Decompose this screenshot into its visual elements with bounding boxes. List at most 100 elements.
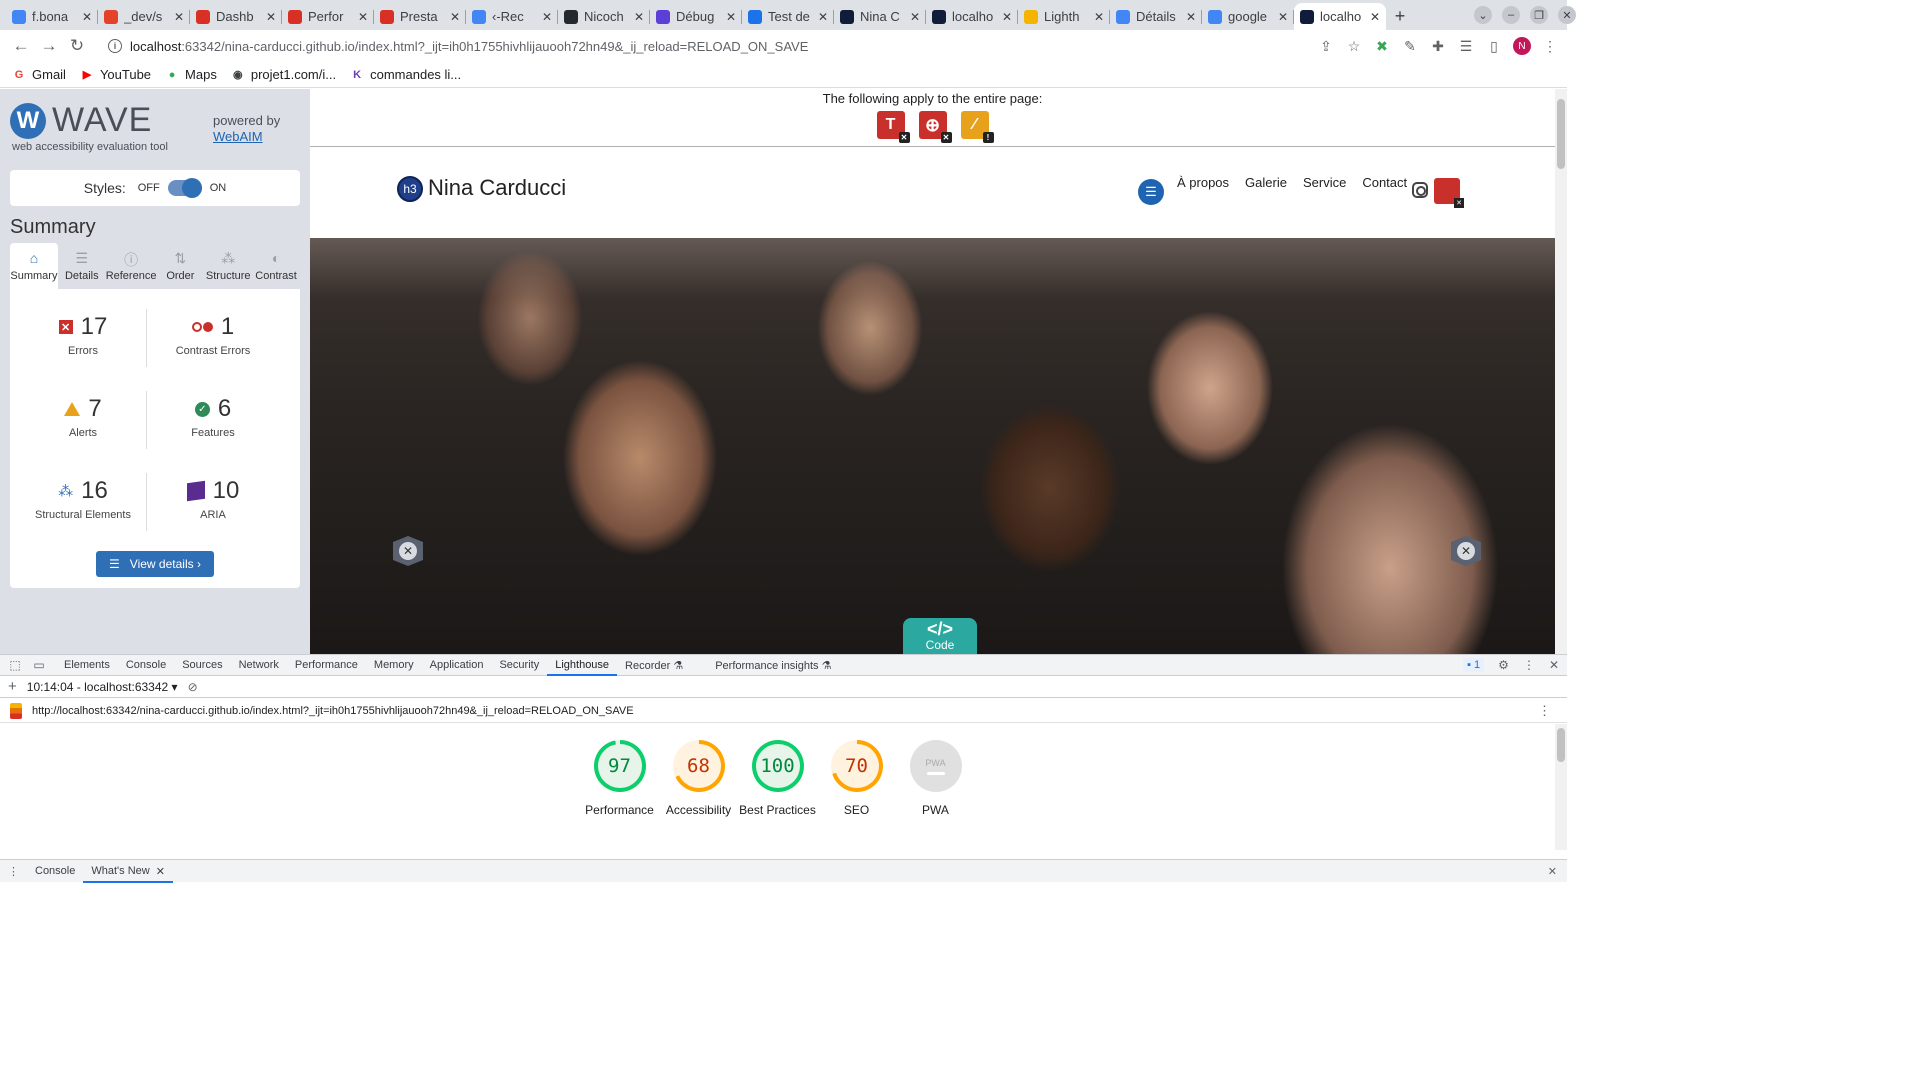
carousel-prev-icon[interactable]: ✕ [393, 536, 423, 566]
wave-tab-reference[interactable]: ⓘ Reference [106, 243, 157, 289]
side-panel-icon[interactable]: ▯ [1485, 37, 1503, 55]
browser-tab[interactable]: Perfor ✕ [282, 3, 374, 30]
linked-image-error-icon[interactable]: ✕ [1434, 178, 1464, 208]
close-devtools-icon[interactable]: ✕ [1549, 658, 1559, 672]
browser-tab[interactable]: _dev/s ✕ [98, 3, 190, 30]
issues-badge[interactable]: ▪ 1 [1463, 658, 1485, 672]
browser-tab[interactable]: Dashb ✕ [190, 3, 282, 30]
new-tab-button[interactable]: + [1386, 3, 1414, 30]
drawer-menu-icon[interactable]: ⋮ [0, 865, 27, 878]
report-selector[interactable]: 10:14:04 - localhost:63342 ▾ [27, 680, 178, 694]
site-info-icon[interactable]: i [108, 39, 122, 53]
code-toggle-button[interactable]: </> Code [903, 618, 977, 654]
devtools-tab[interactable]: Application [422, 654, 492, 676]
alerts-stat[interactable]: 7 Alerts [18, 395, 148, 439]
new-report-icon[interactable]: + [8, 678, 17, 695]
features-stat[interactable]: ✓ 6 Features [148, 395, 278, 439]
close-tab-icon[interactable]: ✕ [634, 10, 644, 24]
extensions-puzzle-icon[interactable]: ✚ [1429, 37, 1447, 55]
report-scrollbar[interactable] [1555, 724, 1567, 850]
device-toolbar-icon[interactable]: ▭ [30, 658, 48, 672]
drawer-tab-console[interactable]: Console [27, 860, 83, 883]
nav-link[interactable]: Contact [1362, 175, 1407, 190]
wave-tab-summary[interactable]: ⌂ Summary [10, 243, 58, 289]
close-tab-icon[interactable]: ✕ [1278, 10, 1288, 24]
reload-icon[interactable]: ↻ [64, 33, 90, 59]
missing-title-error-icon[interactable]: T ✕ [876, 111, 910, 143]
browser-menu-icon[interactable]: ⋮ [1541, 37, 1559, 55]
bookmark-star-icon[interactable]: ☆ [1345, 37, 1363, 55]
close-tab-icon[interactable]: ✕ [910, 10, 920, 24]
browser-tab[interactable]: f.bona ✕ [6, 3, 98, 30]
bookmark-item[interactable]: ● Maps [165, 67, 217, 82]
browser-tab[interactable]: Nina C ✕ [834, 3, 926, 30]
close-tab-icon[interactable]: ✕ [450, 10, 460, 24]
devtools-tab[interactable]: Memory [366, 654, 422, 676]
tab-search-icon[interactable]: ⌄ [1474, 6, 1492, 24]
browser-tab[interactable]: Lighth ✕ [1018, 3, 1110, 30]
share-icon[interactable]: ⇪ [1317, 37, 1335, 55]
restore-button[interactable]: ❐ [1530, 6, 1548, 24]
h3-structure-icon[interactable]: h3 [397, 176, 423, 202]
nav-link[interactable]: Galerie [1245, 175, 1287, 190]
language-missing-error-icon[interactable]: ⊕ ✕ [918, 111, 952, 143]
browser-tab[interactable]: Détails ✕ [1110, 3, 1202, 30]
contrast-errors-stat[interactable]: 1 Contrast Errors [148, 313, 278, 357]
browser-tab[interactable]: Nicoch ✕ [558, 3, 650, 30]
instagram-icon[interactable] [1412, 182, 1428, 198]
nav-link[interactable]: À propos [1177, 175, 1229, 190]
close-tab-icon[interactable]: ✕ [1002, 10, 1012, 24]
devtools-tab[interactable]: Elements [56, 654, 118, 676]
close-tab-icon[interactable]: ✕ [542, 10, 552, 24]
extension-wave-icon[interactable]: ✖ [1373, 37, 1391, 55]
browser-tab[interactable]: google ✕ [1202, 3, 1294, 30]
noscript-alert-icon[interactable]: ⁄! [960, 111, 994, 143]
report-menu-icon[interactable]: ⋮ [1538, 703, 1551, 719]
extension-pen-icon[interactable]: ✎ [1401, 37, 1419, 55]
close-tab-icon[interactable]: ✕ [726, 10, 736, 24]
clear-reports-icon[interactable]: ⊘ [188, 680, 198, 694]
errors-stat[interactable]: ✕ 17 Errors [18, 313, 148, 357]
report-url[interactable]: http://localhost:63342/nina-carducci.git… [32, 705, 634, 717]
browser-tab[interactable]: ‹-Rec ✕ [466, 3, 558, 30]
settings-gear-icon[interactable]: ⚙ [1498, 658, 1509, 672]
close-tab-icon[interactable]: ✕ [818, 10, 828, 24]
browser-tab[interactable]: Test de ✕ [742, 3, 834, 30]
profile-avatar[interactable]: N [1513, 37, 1531, 55]
devtools-tab[interactable]: Console [118, 654, 174, 676]
devtools-tab[interactable]: Network [231, 654, 287, 676]
bookmark-item[interactable]: ▶ YouTube [80, 67, 151, 82]
close-window-button[interactable]: ✕ [1558, 6, 1576, 24]
bookmark-item[interactable]: G Gmail [12, 67, 66, 82]
carousel-next-icon[interactable]: ✕ [1451, 536, 1481, 566]
structural-stat[interactable]: ⁂ 16 Structural Elements [18, 477, 148, 521]
close-tab-icon[interactable]: ✕ [266, 10, 276, 24]
styles-toggle[interactable] [167, 178, 202, 198]
forward-arrow-icon[interactable]: → [36, 33, 62, 59]
close-tab-icon[interactable]: ✕ [358, 10, 368, 24]
score-gauge-accessibility[interactable]: 68 Accessibility [666, 740, 731, 818]
close-tab-icon[interactable]: ✕ [82, 10, 92, 24]
webaim-link[interactable]: WebAIM [213, 129, 263, 144]
reading-list-icon[interactable]: ☰ [1457, 37, 1475, 55]
score-gauge-performance[interactable]: 97 Performance [585, 740, 654, 818]
bookmark-item[interactable]: ◉ projet1.com/i... [231, 67, 336, 82]
score-gauge-best-practices[interactable]: 100 Best Practices [739, 740, 816, 818]
aria-stat[interactable]: 10 ARIA [148, 477, 278, 521]
devtools-tab[interactable]: Recorder ⚗ [617, 654, 691, 676]
close-drawer-icon[interactable]: ✕ [1548, 865, 1557, 878]
nav-link[interactable]: Service [1303, 175, 1346, 190]
devtools-menu-icon[interactable]: ⋮ [1523, 658, 1535, 672]
unordered-list-icon[interactable]: ☰ [1138, 179, 1164, 205]
view-details-button[interactable]: ☰ View details › [96, 551, 214, 577]
close-tab-icon[interactable]: ✕ [1186, 10, 1196, 24]
browser-tab[interactable]: localho ✕ [1294, 3, 1386, 30]
wave-tab-contrast[interactable]: ◐ Contrast [252, 243, 300, 289]
devtools-tab[interactable]: Sources [174, 654, 230, 676]
close-tab-icon[interactable]: ✕ [1094, 10, 1104, 24]
close-tab-icon[interactable]: ✕ [156, 865, 165, 878]
minimize-button[interactable]: – [1502, 6, 1520, 24]
page-scrollbar[interactable] [1555, 89, 1567, 654]
drawer-tab-whats-new[interactable]: What's New ✕ [83, 860, 173, 883]
browser-tab[interactable]: Débug ✕ [650, 3, 742, 30]
